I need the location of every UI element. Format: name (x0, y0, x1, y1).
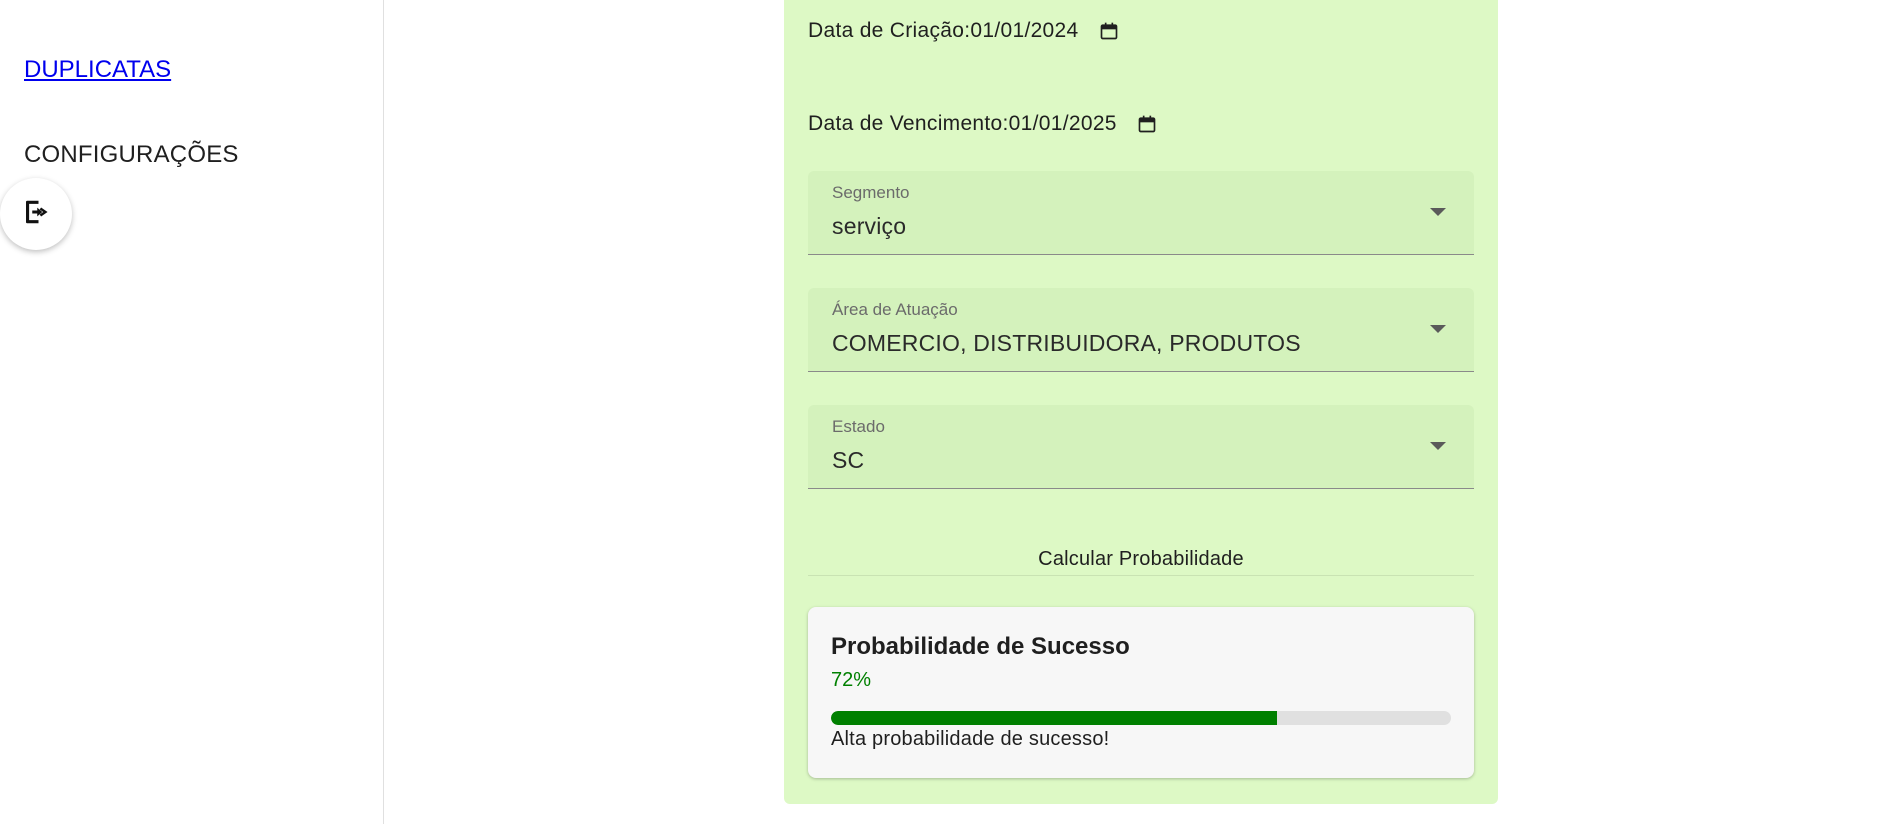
nav-link-duplicatas[interactable]: DUPLICATAS (24, 56, 171, 84)
creation-date-label: Data de Criação: (808, 19, 971, 42)
state-value: SC (832, 447, 865, 473)
segment-value: serviço (832, 213, 907, 239)
area-label: Área de Atuação (832, 300, 958, 319)
result-percent: 72% (831, 669, 872, 691)
due-date-field[interactable]: Data de Vencimento: 01/01/2025 (808, 112, 1157, 136)
segment-label: Segmento (832, 183, 910, 202)
dropdown-arrow-icon (1430, 325, 1446, 333)
nav-item-configuracoes[interactable]: CONFIGURAÇÕES (24, 141, 239, 169)
sidebar: DUPLICATAS CONFIGURAÇÕES (0, 0, 384, 824)
logout-icon (21, 197, 51, 232)
result-card: Probabilidade de Sucesso 72% Alta probab… (808, 607, 1474, 778)
due-date-value[interactable]: 01/01/2025 (1009, 112, 1117, 136)
progress-bar-fill (831, 711, 1278, 725)
segment-select[interactable]: Segmento serviço (808, 171, 1474, 255)
state-label: Estado (832, 417, 885, 436)
dropdown-arrow-icon (1430, 442, 1446, 450)
result-title: Probabilidade de Sucesso (831, 633, 1130, 660)
calculate-button[interactable]: Calcular Probabilidade (808, 540, 1474, 576)
progress-bar (831, 711, 1451, 725)
area-value: COMERCIO, DISTRIBUIDORA, PRODUTOS (832, 330, 1301, 356)
form-panel: Data de Criação: 01/01/2024 Data de Venc… (784, 0, 1498, 804)
creation-date-field[interactable]: Data de Criação: 01/01/2024 (808, 19, 1119, 43)
calendar-icon[interactable] (1099, 21, 1119, 41)
due-date-label: Data de Vencimento: (808, 112, 1009, 135)
dropdown-arrow-icon (1430, 208, 1446, 216)
state-select[interactable]: Estado SC (808, 405, 1474, 489)
area-select[interactable]: Área de Atuação COMERCIO, DISTRIBUIDORA,… (808, 288, 1474, 372)
calendar-icon[interactable] (1137, 114, 1157, 134)
creation-date-value[interactable]: 01/01/2024 (970, 19, 1078, 43)
result-message: Alta probabilidade de sucesso! (831, 728, 1110, 750)
logout-button[interactable] (0, 178, 72, 250)
